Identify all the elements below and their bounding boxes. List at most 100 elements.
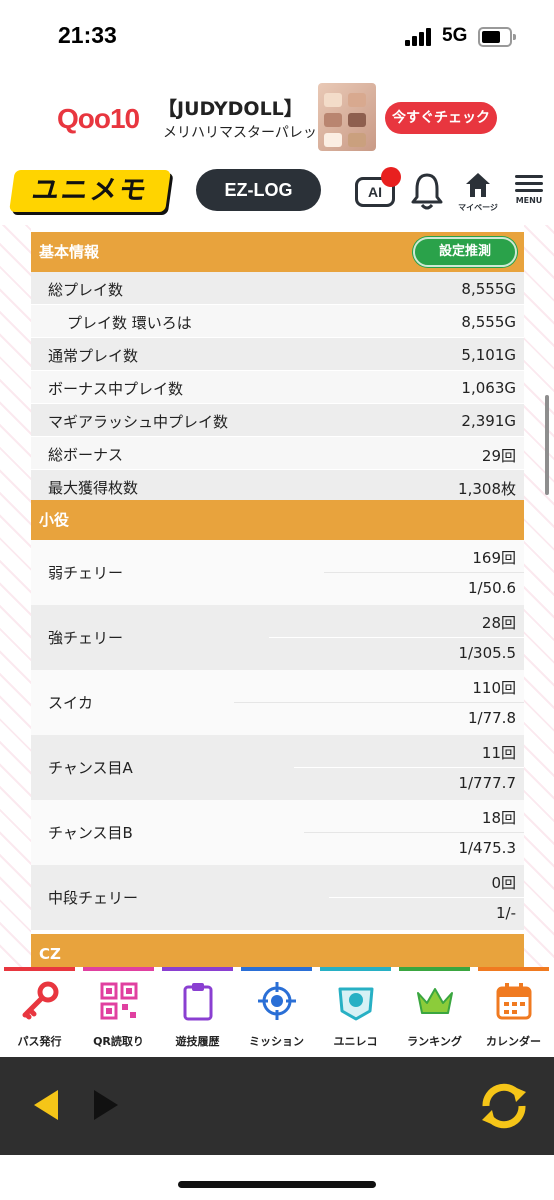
nav-item-calendar[interactable]: カレンダー xyxy=(474,967,553,1057)
back-arrow-icon[interactable] xyxy=(30,1088,62,1122)
status-time: 21:33 xyxy=(58,22,117,48)
reload-icon[interactable] xyxy=(478,1082,530,1130)
info-row: ボーナス中プレイ数 1,063G xyxy=(31,371,524,404)
menu-label: MENU xyxy=(515,196,543,205)
info-value: 2,391G xyxy=(461,412,516,430)
signal-icon xyxy=(405,28,435,46)
bell-icon[interactable] xyxy=(410,171,444,211)
mypage-label: マイページ xyxy=(458,203,498,212)
mypage-button[interactable]: マイページ xyxy=(458,169,498,215)
section-title: 基本情報 xyxy=(39,243,100,261)
forward-arrow-icon[interactable] xyxy=(90,1088,122,1122)
info-row: マギアラッシュ中プレイ数 2,391G xyxy=(31,404,524,437)
nav-item-ranking[interactable]: ランキング xyxy=(395,967,474,1057)
info-row: 総ボーナス 29回 xyxy=(31,437,524,470)
info-row: 通常プレイ数 5,101G xyxy=(31,338,524,371)
site-header: ユニメモ EZ-LOG AI マイページ MENU xyxy=(0,165,554,225)
nav-item-history[interactable]: 遊技履歴 xyxy=(158,967,237,1057)
koyaku-probability: 1/475.3 xyxy=(458,839,516,857)
info-label: 通常プレイ数 xyxy=(48,347,139,365)
koyaku-label: スイカ xyxy=(48,694,94,712)
koyaku-label: 弱チェリー xyxy=(48,564,124,582)
palette-image xyxy=(318,83,376,151)
section-header-cz: CZ xyxy=(31,934,524,967)
koyaku-label: チャンス目B xyxy=(48,824,133,842)
ad-brand: 【JUDYDOLL】 xyxy=(158,98,303,120)
koyaku-count: 110回 xyxy=(472,679,516,697)
nav-stripe xyxy=(4,967,75,971)
main-content[interactable]: 基本情報 設定推測 総プレイ数 8,555G プレイ数 環いろは 8,555G 通常プレ… xyxy=(0,225,554,967)
section-header-basic: 基本情報 設定推測 xyxy=(31,232,524,272)
scrollbar[interactable] xyxy=(545,395,549,495)
nav-item-unireco[interactable]: ユニレコ xyxy=(316,967,395,1057)
info-label: 総ボーナス xyxy=(48,446,124,464)
koyaku-row: 弱チェリー 169回 1/50.6 xyxy=(31,540,524,605)
home-icon xyxy=(466,173,490,197)
nav-item-pass[interactable]: パス発行 xyxy=(0,967,79,1057)
nav-stripe xyxy=(399,967,470,971)
koyaku-row: チャンス目A 11回 1/777.7 xyxy=(31,735,524,800)
battery-icon xyxy=(478,27,516,47)
browser-toolbar xyxy=(0,1057,554,1155)
info-row: 最大獲得枚数 1,308枚 xyxy=(31,470,524,503)
ad-subtitle: メリハリマスターパレット xyxy=(163,125,331,141)
koyaku-label: 強チェリー xyxy=(48,629,124,647)
info-value: 8,555G xyxy=(461,280,516,298)
section-title: CZ xyxy=(39,945,61,963)
qr-icon xyxy=(100,982,138,1020)
koyaku-label: チャンス目A xyxy=(48,759,133,777)
info-label: ボーナス中プレイ数 xyxy=(48,380,184,398)
ad-banner[interactable]: Qoo10 【JUDYDOLL】 メリハリマスターパレット 今すぐチェック xyxy=(0,75,554,165)
target-icon xyxy=(258,982,296,1020)
status-bar: 21:33 5G xyxy=(0,0,554,75)
site-logo[interactable]: ユニメモ xyxy=(9,170,171,212)
nav-label: 遊技履歴 xyxy=(175,1035,220,1048)
nav-label: カレンダー xyxy=(486,1035,541,1048)
info-value: 5,101G xyxy=(461,346,516,364)
hamburger-icon xyxy=(515,175,543,192)
koyaku-probability: 1/- xyxy=(495,904,516,922)
info-value: 1,308枚 xyxy=(458,480,516,498)
nav-stripe xyxy=(241,967,312,971)
info-label: 最大獲得枚数 xyxy=(48,479,139,497)
koyaku-count: 169回 xyxy=(472,549,516,567)
home-indicator[interactable] xyxy=(178,1181,376,1188)
koyaku-probability: 1/777.7 xyxy=(458,774,516,792)
crown-icon xyxy=(417,988,453,1014)
nav-item-qr[interactable]: QR読取り xyxy=(79,967,158,1057)
bottom-nav: パス発行 QR読取り 遊技履歴 ミッション ユニレコ ランキング カレンダー xyxy=(0,967,554,1057)
info-value: 8,555G xyxy=(461,313,516,331)
menu-button[interactable]: MENU xyxy=(510,171,548,217)
nav-stripe xyxy=(162,967,233,971)
koyaku-row: スイカ 110回 1/77.8 xyxy=(31,670,524,735)
nav-stripe xyxy=(320,967,391,971)
info-label: プレイ数 環いろは xyxy=(67,314,192,332)
row-divider xyxy=(324,572,524,573)
section-title: 小役 xyxy=(39,511,70,529)
nav-item-mission[interactable]: ミッション xyxy=(237,967,316,1057)
nav-stripe xyxy=(478,967,549,971)
row-divider xyxy=(304,832,524,833)
estimate-button[interactable]: 設定推測 xyxy=(413,237,517,267)
ad-logo: Qoo10 xyxy=(57,103,140,134)
koyaku-count: 28回 xyxy=(481,614,516,632)
koyaku-row: 強チェリー 28回 1/305.5 xyxy=(31,605,524,670)
nav-label: ユニレコ xyxy=(333,1035,378,1048)
ezlog-button[interactable]: EZ-LOG xyxy=(196,169,321,211)
info-value: 29回 xyxy=(481,447,516,465)
notification-dot xyxy=(381,167,401,187)
row-divider xyxy=(234,702,524,703)
koyaku-count: 18回 xyxy=(481,809,516,827)
clipboard-icon xyxy=(183,983,213,1021)
nav-label: ミッション xyxy=(249,1035,304,1048)
network-label: 5G xyxy=(442,25,468,46)
koyaku-probability: 1/305.5 xyxy=(458,644,516,662)
koyaku-row: 中段チェリー 0回 1/- xyxy=(31,865,524,930)
koyaku-row: チャンス目B 18回 1/475.3 xyxy=(31,800,524,865)
section-header-koyaku: 小役 xyxy=(31,500,524,540)
info-label: マギアラッシュ中プレイ数 xyxy=(48,413,229,431)
key-icon xyxy=(22,981,59,1020)
unireco-icon xyxy=(338,987,374,1021)
info-label: 総プレイ数 xyxy=(48,281,124,299)
ad-cta-button[interactable]: 今すぐチェック xyxy=(385,102,497,134)
